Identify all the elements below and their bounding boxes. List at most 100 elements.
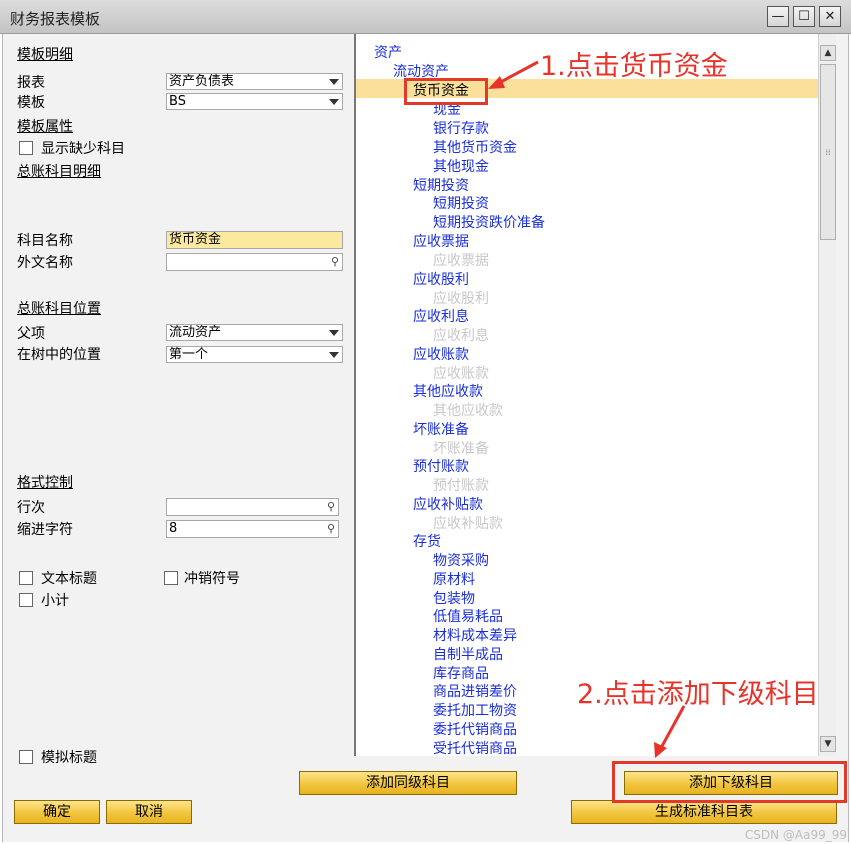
template-detail-header: 模板明细 [17,47,73,63]
tree-node[interactable]: 短期投资 [433,193,489,213]
tree-node[interactable]: 低值易耗品 [433,606,503,626]
tree-node[interactable]: 银行存款 [433,118,489,138]
indent-input[interactable]: 8 ⚲ [166,520,339,538]
tree-node[interactable]: 资产 [374,42,402,62]
tree-node[interactable]: 应收票据 [413,231,469,251]
account-name-input[interactable]: 货币资金 [166,231,343,249]
tree-position-label: 在树中的位置 [17,347,101,363]
tree-node[interactable]: 存货 [413,531,441,551]
indent-value: 8 [169,521,178,536]
tree-node[interactable]: 应收利息 [413,306,469,326]
show-missing-checkbox[interactable] [19,141,33,155]
tree-node[interactable]: 库存商品 [433,663,489,683]
template-select[interactable]: BS [166,93,343,110]
indent-label: 缩进字符 [17,522,73,538]
row-no-label: 行次 [17,500,45,516]
report-label: 报表 [17,75,45,91]
tree-node[interactable]: 物资采购 [433,550,489,570]
annotation-step2: 2.点击添加下级科目 [577,679,819,710]
format-control-header: 格式控制 [17,475,73,491]
tree-node[interactable]: 其他货币资金 [433,137,517,157]
ok-button[interactable]: 确定 [14,800,100,824]
subtotal-label: 小计 [41,593,69,609]
tree-node[interactable]: 预付账款 [413,456,469,476]
account-tree[interactable]: 资产 流动资产 货币资金 现金 银行存款 其他货币资金 其他现金 短期投资 短期… [356,34,818,756]
tree-node[interactable]: 包装物 [433,588,475,608]
tree-node[interactable]: 其他现金 [433,156,489,176]
tree-node[interactable]: 委托代销商品 [433,719,517,739]
tree-node-inactive[interactable]: 应收票据 [433,250,489,270]
title-bar: 财务报表模板 — ☐ ✕ [0,0,851,34]
foreign-name-input[interactable]: ⚲ [166,253,343,271]
tree-node[interactable]: 短期投资跌价准备 [433,212,545,232]
scroll-down-icon[interactable]: ▼ [820,736,836,752]
tree-node[interactable]: 其他应收款 [413,381,483,401]
tree-node-inactive[interactable]: 应收股利 [433,288,489,308]
gl-account-detail-header: 总账科目明细 [17,164,101,180]
left-panel: 模板明细 报表 资产负债表 模板 BS 模板属性 显示缺少科目 总账科目明细 科… [3,34,355,766]
text-title-label: 文本标题 [41,571,97,587]
dummy-title-checkbox[interactable] [19,750,33,764]
chevron-down-icon[interactable] [329,330,339,336]
tree-position-select[interactable]: 第一个 [166,346,343,363]
tree-position-value: 第一个 [169,347,209,362]
tree-node-inactive[interactable]: 应收利息 [433,325,489,345]
generate-standard-button[interactable]: 生成标准科目表 [571,800,837,824]
translate-icon[interactable]: ⚲ [331,254,339,270]
text-title-checkbox[interactable] [19,571,33,585]
scroll-thumb[interactable]: ⁞⁞ [820,64,836,240]
tree-node-inactive[interactable]: 应收账款 [433,363,489,383]
tree-node[interactable]: 应收股利 [413,269,469,289]
report-value: 资产负债表 [169,74,235,89]
parent-select[interactable]: 流动资产 [166,324,343,341]
subtotal-checkbox[interactable] [19,593,33,607]
tree-node[interactable]: 坏账准备 [413,419,469,439]
show-missing-label: 显示缺少科目 [41,141,125,157]
tree-node[interactable]: 受托代销商品 [433,738,517,756]
tree-node[interactable]: 原材料 [433,569,475,589]
scroll-up-icon[interactable]: ▲ [820,45,836,61]
tree-node[interactable]: 商品进销差价 [433,681,517,701]
report-select[interactable]: 资产负债表 [166,73,343,90]
tree-node-inactive[interactable]: 应收补贴款 [433,513,503,533]
annotation-box-step1 [404,78,488,105]
parent-value: 流动资产 [169,325,222,340]
tree-node[interactable]: 自制半成品 [433,644,503,664]
translate-icon[interactable]: ⚲ [327,521,335,537]
window-title: 财务报表模板 [10,10,101,28]
close-icon[interactable]: ✕ [819,6,841,27]
reversal-sign-label: 冲销符号 [184,571,240,587]
account-name-label: 科目名称 [17,233,73,249]
chevron-down-icon[interactable] [329,352,339,358]
chevron-down-icon[interactable] [329,99,339,105]
tree-node[interactable]: 应收补贴款 [413,494,483,514]
add-same-level-button[interactable]: 添加同级科目 [299,771,517,795]
tree-scrollbar[interactable]: ▲ ⁞⁞ ▼ [818,34,836,756]
template-label: 模板 [17,95,45,111]
tree-node[interactable]: 材料成本差异 [433,625,517,645]
annotation-step1: 1.点击货币资金 [540,51,728,82]
minimize-icon[interactable]: — [767,6,789,27]
gl-account-position-header: 总账科目位置 [17,301,101,317]
tree-node-inactive[interactable]: 预付账款 [433,475,489,495]
template-props-header: 模板属性 [17,119,73,135]
dummy-title-label: 模拟标题 [41,750,97,766]
translate-icon[interactable]: ⚲ [327,499,335,515]
dialog-body: 模板明细 报表 资产负债表 模板 BS 模板属性 显示缺少科目 总账科目明细 科… [2,34,849,842]
foreign-name-label: 外文名称 [17,255,73,271]
tree-node[interactable]: 短期投资 [413,175,469,195]
parent-label: 父项 [17,326,45,342]
tree-node[interactable]: 应收账款 [413,344,469,364]
tree-node[interactable]: 委托加工物资 [433,700,517,720]
account-name-value: 货币资金 [169,232,222,247]
row-no-input[interactable]: ⚲ [166,498,339,516]
template-value: BS [169,94,186,109]
reversal-sign-checkbox[interactable] [164,571,178,585]
tree-node-inactive[interactable]: 坏账准备 [433,438,489,458]
annotation-box-step2 [612,761,847,803]
cancel-button[interactable]: 取消 [106,800,192,824]
tree-node-inactive[interactable]: 其他应收款 [433,400,503,420]
watermark: CSDN @Aa99_99 [744,828,847,842]
maximize-icon[interactable]: ☐ [793,6,815,27]
chevron-down-icon[interactable] [329,79,339,85]
